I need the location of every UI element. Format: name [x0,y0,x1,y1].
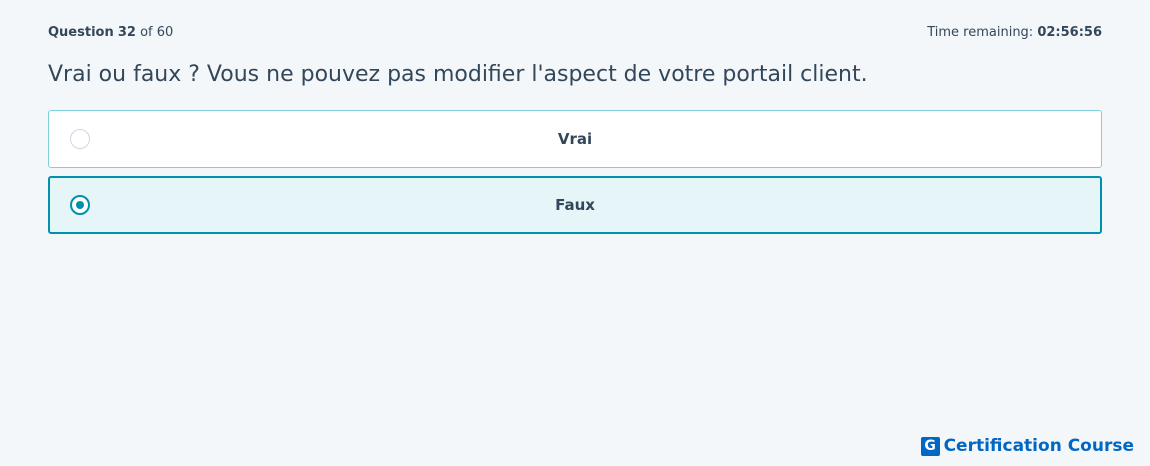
radio-button-unselected[interactable] [70,129,90,149]
brand-name: Certification Course [943,436,1134,456]
timer-label: Time remaining: [927,24,1034,40]
question-total: of 60 [140,24,174,40]
quiz-header: Question 32 of 60 Time remaining: 02:56:… [48,23,1102,41]
brand: G Certification Course [920,436,1134,456]
answer-options: Vrai Faux [48,110,1102,242]
answer-option-label: Faux [555,196,595,214]
answer-option-vrai[interactable]: Vrai [48,110,1102,168]
timer-value: 02:56:56 [1037,24,1102,40]
question-counter: Question 32 of 60 [48,25,173,40]
answer-option-label: Vrai [557,130,593,148]
brand-logo-icon: G [920,436,940,456]
question-word: Question [48,24,114,40]
radio-selected-dot [76,201,84,209]
timer: Time remaining: 02:56:56 [927,25,1102,40]
answer-option-faux[interactable]: Faux [48,176,1102,234]
question-text: Vrai ou faux ? Vous ne pouvez pas modifi… [48,62,868,87]
radio-button-selected[interactable] [70,195,90,215]
question-number: 32 [117,24,136,40]
